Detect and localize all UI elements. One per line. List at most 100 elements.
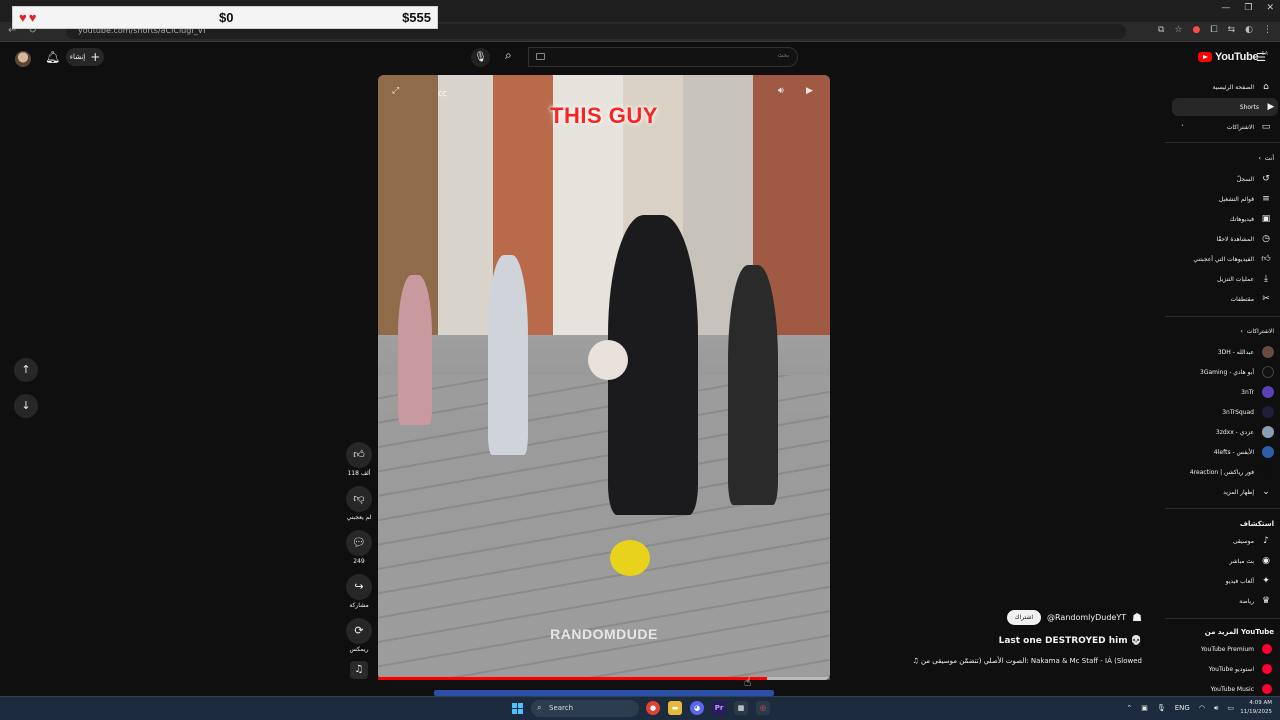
- shorts-video-player[interactable]: THIS GUY RANDOMDUDE ⤢ ㏄ 🔊︎ ▶: [378, 75, 830, 680]
- sidebar-item-your-videos[interactable]: فيديوهاتك ▣: [1165, 210, 1280, 228]
- sidebar-item-clips[interactable]: مقتطفات ✂: [1165, 290, 1280, 308]
- sidebar-sub-item[interactable]: 4lefts - الأيفس: [1165, 443, 1280, 461]
- sidebar-item-yt-premium[interactable]: YouTube Premium: [1165, 640, 1280, 658]
- sidebar-sub-item[interactable]: 3Gaming - أبو هادي: [1165, 363, 1280, 381]
- subscriptions-section-header[interactable]: ‹ الاشتراكات: [1165, 328, 1278, 335]
- you-section-header[interactable]: ‹ أنت: [1165, 155, 1278, 162]
- sidebar-item-label: رياضة: [1239, 597, 1254, 605]
- sidebar-item-gaming[interactable]: ألعاب فيديو ✦: [1165, 572, 1280, 590]
- sidebar-item-label: عمليات التنزيل: [1217, 275, 1254, 283]
- divider: [1165, 618, 1280, 619]
- taskbar-clock[interactable]: 4:09 AM 11/19/2025: [1240, 699, 1272, 717]
- music-credit[interactable]: ♫ الصوت الأصلي (تتضمّن موسيقى من: Nakama…: [912, 657, 1142, 665]
- channel-handle[interactable]: @RandomlyDudeYT: [1047, 613, 1126, 622]
- sidebar-sub-item[interactable]: 3nTr: [1165, 383, 1280, 401]
- sidebar-item-playlists[interactable]: قوائم التشغيل ≡: [1165, 190, 1280, 208]
- sidebar-item-yt-studio[interactable]: YouTube استوديو: [1165, 660, 1280, 678]
- next-short-arrow-down-icon[interactable]: ↓: [14, 394, 38, 418]
- guide-menu-icon[interactable]: ☰: [1256, 51, 1266, 64]
- wifi-icon[interactable]: ◠: [1199, 704, 1205, 713]
- sidebar-item-history[interactable]: السجلّ ↺: [1165, 170, 1280, 188]
- thumbs-up-icon: 👍︎: [346, 442, 372, 468]
- comments-button[interactable]: 💬︎ 249: [346, 530, 372, 565]
- sidebar-sub-item[interactable]: 4reaction | فور رياكشن: [1165, 463, 1280, 481]
- history-icon: ↺: [1262, 174, 1270, 184]
- mouse-cursor-icon: ☝︎: [744, 675, 752, 689]
- tray-app-icon[interactable]: ▣: [1141, 704, 1148, 713]
- sidebar-item-label: الاشتراكات: [1226, 123, 1254, 131]
- system-tray: ⌃ ▣ 🎙︎ ENG ◠ 🔊︎ ▭: [1126, 704, 1234, 713]
- sidebar-sub-item[interactable]: 3nTrSquad: [1165, 403, 1280, 421]
- app-icon[interactable]: ▦: [734, 701, 748, 715]
- create-button[interactable]: إنشاء +: [66, 48, 104, 66]
- channel-avatar-icon[interactable]: ☗: [1132, 611, 1142, 624]
- minimize-icon[interactable]: —: [1221, 3, 1230, 13]
- discord-icon[interactable]: ◕: [690, 701, 704, 715]
- extension-record-icon[interactable]: ●: [1193, 25, 1201, 35]
- extensions-icon[interactable]: ⧠: [1210, 25, 1217, 35]
- sidebar-item-liked[interactable]: الفيديوهات التي أعجبتني 👍︎: [1165, 250, 1280, 268]
- sidebar-item-shorts[interactable]: Shorts ▶: [1172, 98, 1278, 116]
- sidebar-item-label: 3zdxx - عزدي: [1215, 428, 1254, 436]
- windows-start-icon[interactable]: [512, 703, 523, 714]
- tab-search-icon[interactable]: ⇆: [1228, 25, 1236, 35]
- channel-avatar: [1262, 426, 1274, 438]
- battery-icon[interactable]: ▭: [1227, 704, 1234, 713]
- volume-icon[interactable]: 🔊︎: [1214, 704, 1218, 713]
- profile-icon[interactable]: ◐: [1245, 25, 1253, 35]
- clock-date: 11/19/2025: [1240, 709, 1272, 715]
- video-caption[interactable]: Last one DESTROYED him 💀: [999, 636, 1142, 646]
- sidebar-sub-item[interactable]: 3zdxx - عزدي: [1165, 423, 1280, 441]
- file-explorer-icon[interactable]: ▬: [668, 701, 682, 715]
- restore-icon[interactable]: ❐: [1244, 3, 1252, 13]
- premiere-pro-icon[interactable]: Pr: [712, 701, 726, 715]
- sidebar-item-label: 4lefts - الأيفس: [1213, 448, 1254, 456]
- remix-icon: ⟳: [346, 618, 372, 644]
- dislike-button[interactable]: 👎︎ لم يعجبني: [346, 486, 372, 521]
- sidebar-item-downloads[interactable]: عمليات التنزيل ⤓: [1165, 270, 1280, 288]
- search-input[interactable]: بحث: [528, 47, 798, 67]
- play-icon[interactable]: ▶: [806, 86, 813, 96]
- fullscreen-icon[interactable]: ⤢: [392, 86, 399, 96]
- bookmark-star-icon[interactable]: ☆: [1174, 25, 1182, 35]
- voice-search-mic-icon[interactable]: 🎙︎: [471, 48, 490, 67]
- video-progress-bar[interactable]: [378, 677, 830, 680]
- subscribe-button[interactable]: اشتراك: [1006, 610, 1042, 625]
- browser-menu-icon[interactable]: ⋮: [1263, 25, 1272, 35]
- notifications-bell-icon[interactable]: 🔔︎: [45, 50, 60, 64]
- youtube-premium-icon: [1262, 644, 1272, 654]
- close-icon[interactable]: ✕: [1266, 3, 1274, 13]
- captions-icon[interactable]: ㏄: [438, 86, 447, 99]
- sidebar-item-watch-later[interactable]: المشاهدة لاحقًا ◷: [1165, 230, 1280, 248]
- sidebar-sub-item[interactable]: 3DH - عبدالله: [1165, 343, 1280, 361]
- chrome-icon[interactable]: ●: [646, 701, 660, 715]
- sidebar-item-label: 3Gaming - أبو هادي: [1200, 368, 1254, 376]
- share-button[interactable]: ↪ مشاركة: [346, 574, 372, 609]
- thumbs-up-icon: 👍︎: [1261, 254, 1271, 264]
- keyboard-icon[interactable]: [536, 53, 545, 60]
- search-icon[interactable]: ⌕: [505, 48, 512, 63]
- sidebar-show-more[interactable]: إظهار المزيد ⌄: [1165, 483, 1280, 501]
- remix-button[interactable]: ⟳ ريمكس: [346, 618, 372, 653]
- sidebar-item-label: ألعاب فيديو: [1225, 577, 1254, 585]
- taskbar-search[interactable]: ⌕ Search: [531, 700, 639, 717]
- chevron-up-icon[interactable]: ⌃: [1126, 704, 1132, 713]
- sidebar-item-sports[interactable]: رياضة ♛: [1165, 592, 1280, 610]
- shorts-icon: ▶: [1267, 102, 1275, 112]
- sidebar-item-live[interactable]: بث مباشر ◉: [1165, 552, 1280, 570]
- volume-icon[interactable]: 🔊︎: [778, 86, 784, 96]
- sidebar-item-label: موسيقى: [1232, 537, 1254, 545]
- previous-short-arrow-up-icon[interactable]: ↑: [14, 358, 38, 382]
- sound-thumbnail-icon[interactable]: ♫: [350, 661, 368, 679]
- install-icon[interactable]: ⧉: [1158, 25, 1164, 35]
- create-label: إنشاء: [69, 53, 86, 61]
- like-button[interactable]: 👍︎ 118 ألف: [346, 442, 372, 477]
- account-avatar[interactable]: [15, 51, 31, 67]
- sidebar-item-home[interactable]: الصفحة الرئيسية ⌂: [1165, 78, 1280, 96]
- microphone-icon[interactable]: 🎙︎: [1157, 704, 1166, 713]
- video-overlay-title: THIS GUY: [550, 103, 658, 128]
- language-indicator[interactable]: ENG: [1175, 704, 1190, 713]
- sidebar-item-music[interactable]: موسيقى ♪: [1165, 532, 1280, 550]
- app-icon[interactable]: ◎: [756, 701, 770, 715]
- more-from-youtube-header: المزيد من YouTube: [1204, 628, 1274, 636]
